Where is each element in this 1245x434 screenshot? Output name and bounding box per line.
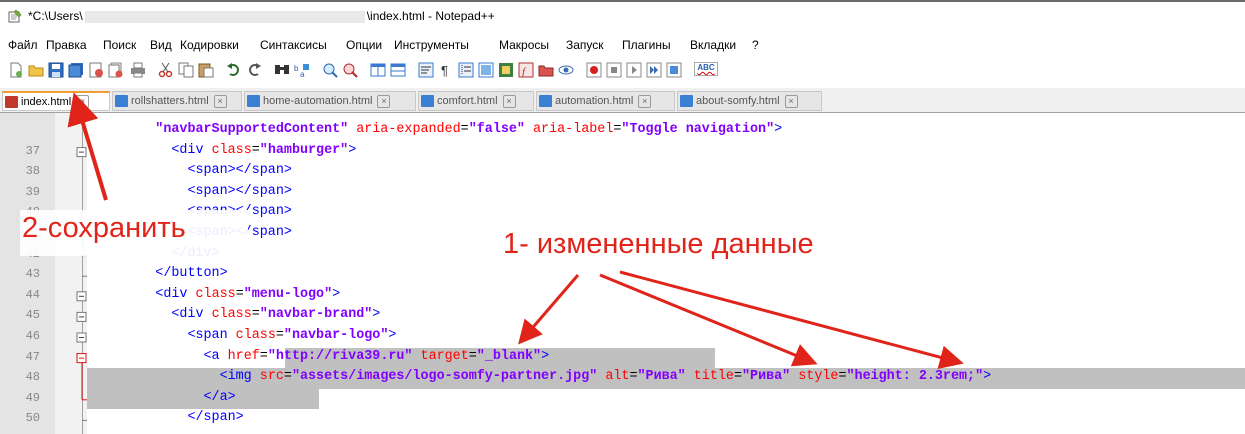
- paste-icon[interactable]: [198, 62, 214, 78]
- redacted-path: [84, 10, 365, 23]
- file-icon: [247, 95, 260, 107]
- tab-automation-html[interactable]: automation.html ×: [536, 91, 675, 111]
- code-line: <span></span>: [187, 163, 292, 179]
- title-suffix: \index.html - Notepad++: [366, 9, 495, 23]
- tab-label: index.html: [21, 95, 72, 108]
- code-line: <span class="navbar-logo">: [187, 328, 397, 343]
- close-tab-icon[interactable]: ×: [784, 94, 798, 108]
- menu-view[interactable]: Вид: [150, 38, 172, 52]
- tab-comfort-html[interactable]: comfort.html ×: [418, 91, 534, 111]
- code-line: </a>: [203, 389, 236, 405]
- udl-icon[interactable]: [478, 62, 494, 78]
- file-icon: [539, 95, 552, 107]
- code-line: <img src="assets/images/logo-somfy-partn…: [219, 369, 992, 385]
- print-icon[interactable]: [130, 62, 146, 78]
- cut-icon[interactable]: [158, 62, 174, 78]
- close-tab-icon[interactable]: ×: [377, 94, 391, 108]
- function-list-icon[interactable]: f: [518, 62, 534, 78]
- record-icon[interactable]: [586, 62, 602, 78]
- window-title: *C:\Users\ \index.html - Notepad++: [28, 9, 495, 23]
- file-icon: [5, 95, 18, 108]
- file-icon: [680, 95, 693, 107]
- new-icon[interactable]: [8, 62, 24, 78]
- menu-search[interactable]: Поиск: [103, 38, 136, 52]
- tab-about-somfy-html[interactable]: about-somfy.html ×: [677, 91, 822, 111]
- spellcheck-icon[interactable]: ABC: [694, 62, 718, 76]
- title-bar: *C:\Users\ \index.html - Notepad++: [0, 0, 1245, 30]
- all-chars-icon[interactable]: ¶: [438, 62, 454, 78]
- tab-bar: index.html × rollshatters.html × home-au…: [0, 88, 1245, 113]
- tab-label: comfort.html: [437, 95, 498, 107]
- close-tab-icon[interactable]: ×: [213, 94, 227, 108]
- tab-index-html[interactable]: index.html ×: [2, 91, 110, 111]
- menu-plugins[interactable]: Плагины: [622, 38, 671, 52]
- wrap-icon[interactable]: [418, 62, 434, 78]
- svg-text:a: a: [300, 70, 305, 78]
- menu-file[interactable]: Файл: [8, 38, 38, 52]
- stop-icon[interactable]: [606, 62, 622, 78]
- indent-guide-icon[interactable]: [458, 62, 474, 78]
- monitor-icon[interactable]: [558, 62, 574, 78]
- zoom-out-icon[interactable]: [342, 62, 358, 78]
- sync-h-icon[interactable]: [390, 62, 406, 78]
- menu-tabs[interactable]: Вкладки: [690, 38, 736, 52]
- zoom-in-icon[interactable]: [322, 62, 338, 78]
- close-all-icon[interactable]: [108, 62, 124, 78]
- notepad-app-icon: [8, 9, 22, 23]
- code-line: </span>: [187, 410, 244, 426]
- tab-label: home-automation.html: [263, 95, 373, 107]
- play-multi-icon[interactable]: [646, 62, 662, 78]
- sync-v-icon[interactable]: [370, 62, 386, 78]
- folder-icon[interactable]: [538, 62, 554, 78]
- menu-bar: Файл Правка Поиск Вид Кодировки Синтакси…: [0, 30, 1245, 58]
- doc-map-icon[interactable]: [498, 62, 514, 78]
- menu-edit[interactable]: Правка: [46, 38, 87, 52]
- copy-icon[interactable]: [178, 62, 194, 78]
- code-line: <div class="hamburger">: [171, 142, 357, 158]
- code-line: </button>: [155, 266, 228, 282]
- code-line: <span></span>: [187, 183, 292, 199]
- menu-syntax[interactable]: Синтаксисы: [260, 38, 327, 52]
- undo-icon[interactable]: [226, 62, 242, 78]
- code-line: <a href="http://riva39.ru" target="_blan…: [203, 348, 550, 364]
- title-prefix: *C:\Users\: [28, 9, 83, 23]
- toolbar: ba ¶ f ABC: [0, 58, 1245, 86]
- open-icon[interactable]: [28, 62, 44, 78]
- annotation-changed-data: 1- измененные данные: [503, 228, 814, 260]
- save-icon[interactable]: [48, 62, 64, 78]
- tab-label: about-somfy.html: [696, 95, 780, 107]
- tab-label: automation.html: [555, 95, 634, 107]
- redo-icon[interactable]: [246, 62, 262, 78]
- close-tab-icon[interactable]: ×: [76, 95, 90, 108]
- svg-text:¶: ¶: [441, 63, 448, 78]
- annotation-save: 2-сохранить: [22, 212, 186, 244]
- menu-help[interactable]: ?: [752, 38, 759, 52]
- close-tab-icon[interactable]: ×: [502, 94, 516, 108]
- file-icon: [115, 95, 128, 107]
- replace-icon[interactable]: ba: [294, 62, 310, 78]
- code-line: <div class="navbar-brand">: [171, 307, 381, 323]
- close-icon[interactable]: [88, 62, 104, 78]
- close-tab-icon[interactable]: ×: [638, 94, 652, 108]
- file-icon: [421, 95, 434, 107]
- tab-home-automation-html[interactable]: home-automation.html ×: [244, 91, 416, 111]
- tab-rollshatters-html[interactable]: rollshatters.html ×: [112, 91, 242, 111]
- fold-markers: [76, 147, 87, 421]
- save-all-icon[interactable]: [68, 62, 84, 78]
- code-editor[interactable]: "navbarSupportedContent" aria-expanded="…: [0, 113, 1245, 434]
- play-icon[interactable]: [626, 62, 642, 78]
- save-macro-icon[interactable]: [666, 62, 682, 78]
- menu-encoding[interactable]: Кодировки: [180, 38, 239, 52]
- menu-run[interactable]: Запуск: [566, 38, 604, 52]
- svg-text:b: b: [294, 64, 299, 73]
- code-line: "navbarSupportedContent" aria-expanded="…: [155, 122, 783, 137]
- menu-options[interactable]: Опции: [346, 38, 382, 52]
- tab-label: rollshatters.html: [131, 95, 209, 107]
- menu-macros[interactable]: Макросы: [499, 38, 549, 52]
- find-icon[interactable]: [274, 62, 290, 78]
- menu-tools[interactable]: Инструменты: [394, 38, 469, 52]
- code-line: <div class="menu-logo">: [155, 286, 341, 302]
